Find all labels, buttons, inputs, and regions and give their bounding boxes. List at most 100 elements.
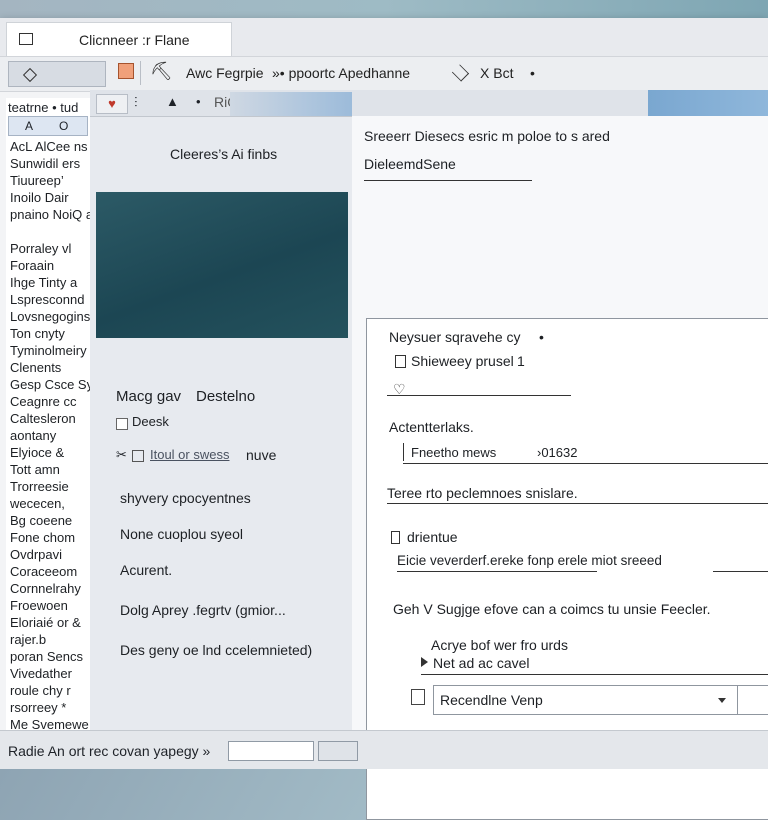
document-icon xyxy=(395,355,406,368)
preview-image xyxy=(96,192,348,338)
mini-box[interactable] xyxy=(132,450,144,462)
list-item[interactable]: Lovsnegogins xyxy=(10,308,90,325)
list-item[interactable]: Ton cnyty xyxy=(10,325,90,342)
field-underline-6 xyxy=(421,674,768,675)
list-item[interactable]: Cornnelrahy xyxy=(10,580,90,597)
section-2-title: Actentterlaks. xyxy=(389,419,474,435)
list-item[interactable]: Tiuureep’ xyxy=(10,172,90,189)
list-item[interactable]: Ovdrpavi xyxy=(10,546,90,563)
filter-icon[interactable]: ⫶ xyxy=(134,94,138,111)
field-underline-1 xyxy=(387,395,571,396)
list-line-3[interactable]: Acurent. xyxy=(120,562,172,578)
column-a[interactable]: A xyxy=(25,119,33,133)
list-item[interactable]: Froewoen xyxy=(10,597,90,614)
right-accent-bar xyxy=(648,90,768,116)
bullet-item: Geh V Sugjge efove can a coimcs tu unsie… xyxy=(393,601,711,617)
select-value: Recendlne Venp xyxy=(440,692,543,708)
list-item[interactable]: Caltesleron xyxy=(10,410,90,427)
window-tab[interactable]: Clicnneer :r Flane xyxy=(6,22,232,57)
list-item[interactable]: Sunwidil ers xyxy=(10,155,90,172)
toolbar-item-a[interactable]: Awc Fegrpie xyxy=(186,65,264,81)
list-columns[interactable]: A O xyxy=(8,116,88,136)
list-item[interactable]: Coraceeom xyxy=(10,563,90,580)
diamond-icon xyxy=(22,67,38,83)
list-item[interactable]: AcL AlCee ns xyxy=(10,138,90,155)
file-icon xyxy=(391,531,400,544)
list-item[interactable]: Ihge Tinty a xyxy=(10,274,90,291)
list-item[interactable]: Tyminolmeiry xyxy=(10,342,90,359)
expand-arrow-icon[interactable] xyxy=(421,657,428,667)
column-b[interactable]: O xyxy=(59,119,68,133)
field-underline-2 xyxy=(403,463,768,464)
list-item[interactable]: Lspresconnd xyxy=(10,291,90,308)
list-item[interactable]: aontany xyxy=(10,427,90,444)
status-bar: Radie An ort rec covan yapegy » xyxy=(0,730,768,769)
list-item[interactable]: poran Sencs xyxy=(10,648,90,665)
list-item[interactable]: Gesp Csce Sy xyxy=(10,376,90,393)
mews-field-value[interactable]: ›01632 xyxy=(537,445,577,460)
option-label[interactable]: Shieweey prusel xyxy=(411,353,514,369)
sub-option-b[interactable]: Net ad ac cavel xyxy=(433,655,530,671)
section-4-field[interactable]: Eicie veverderf.ereke fonp erele miot sr… xyxy=(397,553,662,568)
flask-icon[interactable]: ▲ xyxy=(166,94,179,109)
tools-icon[interactable]: ⛏ xyxy=(150,61,173,82)
play-icon[interactable] xyxy=(451,64,470,82)
left-list-panel: teatrne • tud A O AcL AlCee ns Sunwidil e… xyxy=(6,98,91,730)
list-item[interactable]: Ceagnre cc xyxy=(10,393,90,410)
list-item[interactable]: Me Svemewe xyxy=(10,716,90,730)
list-line-1[interactable]: shyvery cpocyentnes xyxy=(120,490,251,506)
desk-checkbox[interactable] xyxy=(116,418,128,430)
list-item[interactable]: Bg coeene xyxy=(10,512,90,529)
field-underline-4 xyxy=(397,571,597,572)
list-item[interactable]: Fone chom xyxy=(10,529,90,546)
list-item[interactable]: wececen, xyxy=(10,495,90,512)
toolbar-item-b[interactable]: »• ppoortc Apedhanne xyxy=(272,65,410,81)
list-item[interactable]: pnaino NoiQ a xyxy=(10,206,90,223)
nuve-button[interactable]: nuve xyxy=(246,447,276,463)
subheading-underline xyxy=(364,180,532,181)
toolbar-divider xyxy=(140,61,141,85)
status-input[interactable] xyxy=(228,741,314,761)
list-item[interactable]: Foraain xyxy=(10,257,90,274)
mews-field-label[interactable]: Fneetho mews xyxy=(411,445,496,460)
right-subheading: DieleemdSene xyxy=(364,156,456,172)
section-3-title: Teree rto peclemnoes snislare. xyxy=(387,485,578,501)
scissors-icon[interactable]: ✂ xyxy=(116,447,127,463)
list-icon xyxy=(411,689,425,705)
list-item[interactable]: Porraley vl xyxy=(10,240,90,257)
label-a: Macg gav xyxy=(116,388,182,405)
list-item[interactable]: Eloriaié or & xyxy=(10,614,90,631)
right-panel: Sreeerr Diesecs esric m poloe to s ared … xyxy=(352,116,768,820)
address-field[interactable] xyxy=(8,61,106,87)
select-side-button[interactable] xyxy=(737,685,768,715)
list-line-2[interactable]: None cuoplou syeol xyxy=(120,526,243,542)
sub-option-a[interactable]: Acrye bof wer fro urds xyxy=(431,637,568,653)
list-item[interactable]: Trorreesie xyxy=(10,478,90,495)
list-item[interactable]: Clenents xyxy=(10,359,90,376)
list-line-4[interactable]: Dolg Aprey .fegrtv (gmior... xyxy=(120,602,286,618)
app-window: Clicnneer :r Flane ⛏ Awc Fegrpie »• ppoo… xyxy=(0,18,768,820)
list-item[interactable]: rsorreey * xyxy=(10,699,90,716)
toolbar-item-c[interactable]: X Bct xyxy=(480,65,513,81)
question-1-bullet: • xyxy=(539,329,544,345)
toolbar-more-icon[interactable]: • xyxy=(530,65,535,81)
list-item[interactable]: Tott amn xyxy=(10,461,90,478)
dropdown-caret-icon xyxy=(718,698,726,703)
list-item[interactable]: Inoilo Dair xyxy=(10,189,90,206)
list-item[interactable]: rajer.b xyxy=(10,631,90,648)
desktop-background xyxy=(0,0,768,18)
list-item[interactable] xyxy=(10,223,90,240)
record-button[interactable] xyxy=(118,63,134,79)
select-dropdown[interactable]: Recendlne Venp xyxy=(433,685,739,715)
list-item[interactable]: roule chy r xyxy=(10,682,90,699)
list-item[interactable]: Elyioce & xyxy=(10,444,90,461)
label-b: Destelno xyxy=(196,388,256,405)
heart-icon[interactable]: ♥ xyxy=(96,94,128,114)
field-underline-3 xyxy=(387,503,768,504)
list-item[interactable]: Vivedather xyxy=(10,665,90,682)
field-left-edge xyxy=(403,443,404,461)
status-button[interactable] xyxy=(318,741,358,761)
window-icon xyxy=(19,33,33,45)
list-line-5[interactable]: Des geny oe lnd ccelemnieted) xyxy=(120,642,312,658)
search-input[interactable]: Itoul or swess xyxy=(150,447,229,462)
